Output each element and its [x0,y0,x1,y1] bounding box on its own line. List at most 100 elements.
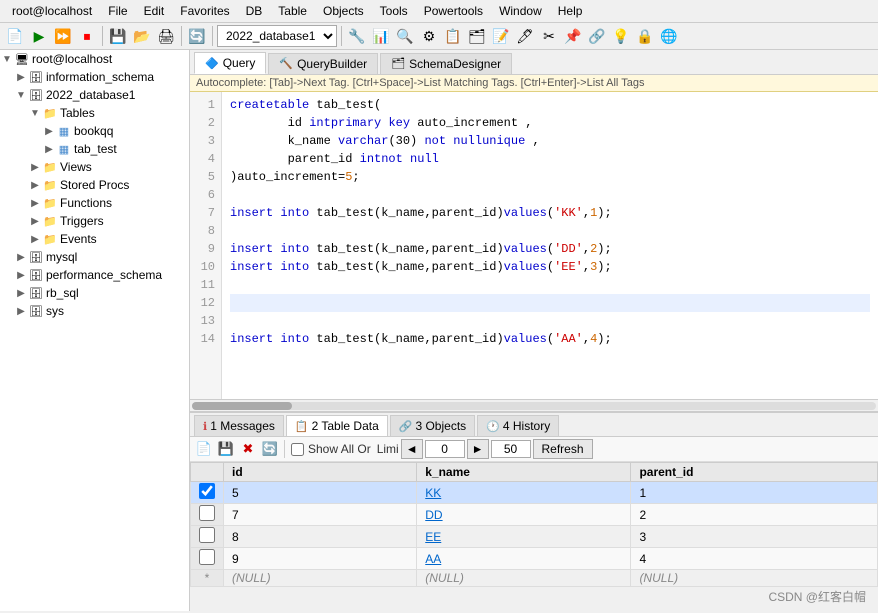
tb-extra-6[interactable]: 🗂 [466,25,488,47]
tab-history[interactable]: 🕐 4 History [477,415,559,436]
table-row[interactable]: 5 KK 1 [191,482,878,504]
sidebar-item-root[interactable]: ▼ 🖥 root@localhost [0,50,189,68]
menu-window[interactable]: Window [491,2,550,20]
print-button[interactable]: 🖨 [155,25,177,47]
nav-next-button[interactable]: ► [467,439,489,459]
tb-extra-7[interactable]: 📝 [490,25,512,47]
refresh-button[interactable]: Refresh [533,439,593,459]
row-checkbox-2[interactable] [191,504,224,526]
db-icon-mysql: 🗄 [28,249,44,265]
tb-extra-8[interactable]: 🖊 [514,25,536,47]
table-new-row[interactable]: * (NULL) (NULL) (NULL) [191,570,878,587]
db-icon-rb-sql: 🗄 [28,285,44,301]
th-k-name[interactable]: k_name [417,463,631,482]
sidebar-item-mysql[interactable]: ▶ 🗄 mysql [0,248,189,266]
tbl-save-button[interactable]: 💾 [216,439,236,459]
open-button[interactable]: 📂 [131,25,153,47]
editor-scrollbar[interactable] [190,399,878,411]
sidebar-label-views: Views [58,160,92,174]
sidebar-item-perf-schema[interactable]: ▶ 🗄 performance_schema [0,266,189,284]
sidebar-item-rb-sql[interactable]: ▶ 🗄 rb_sql [0,284,189,302]
sidebar-label-sys: sys [44,304,64,318]
tab-messages[interactable]: ℹ 1 Messages [194,415,284,436]
code-editor[interactable]: 1 2 3 4 5 6 7 8 9 10 11 12 13 14 create … [190,92,878,399]
toolbar-sep-3 [212,26,213,46]
row-checkbox-1[interactable] [191,482,224,504]
menu-table[interactable]: Table [270,2,315,20]
tb-extra-4[interactable]: ⚙ [418,25,440,47]
sidebar-item-sys[interactable]: ▶ 🗄 sys [0,302,189,320]
database-select[interactable]: 2022_database1 [217,25,337,47]
sidebar-item-bookqq[interactable]: ▶ ▦ bookqq [0,122,189,140]
tb-extra-12[interactable]: 💡 [610,25,632,47]
code-line-2: id int primary key auto_increment , [230,114,870,132]
tb-extra-13[interactable]: 🔒 [634,25,656,47]
tab-table-data[interactable]: 📋 2 Table Data [286,415,388,436]
save-button[interactable]: 💾 [107,25,129,47]
tab-query[interactable]: 🔷 Query [194,52,266,74]
table-row[interactable]: 9 AA 4 [191,548,878,570]
tree-toggle-mysql: ▶ [14,252,28,263]
scrollbar-thumb[interactable] [192,402,292,410]
menu-tools[interactable]: Tools [372,2,416,20]
run-button[interactable]: ▶ [28,25,50,47]
stop-button[interactable]: ⏹ [76,25,98,47]
table-row[interactable]: 7 DD 2 [191,504,878,526]
toolbar-sep-1 [102,26,103,46]
tb-extra-5[interactable]: 📋 [442,25,464,47]
show-all-checkbox[interactable] [291,443,304,456]
main-container: ▼ 🖥 root@localhost ▶ 🗄 information_schem… [0,50,878,611]
menu-db[interactable]: DB [238,2,271,20]
tb-extra-11[interactable]: 🔗 [586,25,608,47]
menu-powertools[interactable]: Powertools [416,2,491,20]
code-line-7: insert into tab_test(k_name,parent_id)va… [230,204,870,222]
sidebar-item-db2022[interactable]: ▼ 🗄 2022_database1 [0,86,189,104]
cell-kname-2: DD [417,504,631,526]
tbl-refresh-button[interactable]: 🔄 [260,439,280,459]
tb-extra-3[interactable]: 🔍 [394,25,416,47]
ln-7: 7 [190,204,221,222]
new-button[interactable]: 📄 [4,25,26,47]
tb-extra-10[interactable]: 📌 [562,25,584,47]
cell-parentid-2: 2 [631,504,878,526]
sidebar-item-stored-procs[interactable]: ▶ 📁 Stored Procs [0,176,189,194]
limit-input[interactable] [491,440,531,458]
menu-file[interactable]: File [100,2,135,20]
tab-qb-label: QueryBuilder [297,57,367,71]
sidebar-label-bookqq: bookqq [72,124,113,138]
offset-input[interactable] [425,440,465,458]
sidebar-item-functions[interactable]: ▶ 📁 Functions [0,194,189,212]
tbl-delete-button[interactable]: ✖ [238,439,258,459]
sidebar-item-tables[interactable]: ▼ 📁 Tables [0,104,189,122]
row-checkbox-3[interactable] [191,526,224,548]
th-id[interactable]: id [224,463,417,482]
tb-extra-1[interactable]: 🔧 [346,25,368,47]
tbl-new-row-button[interactable]: 📄 [194,439,214,459]
ln-13: 13 [190,312,221,330]
nav-prev-button[interactable]: ◄ [401,439,423,459]
menu-root[interactable]: root@localhost [4,2,100,20]
menu-favorites[interactable]: Favorites [172,2,237,20]
sidebar-item-triggers[interactable]: ▶ 📁 Triggers [0,212,189,230]
sidebar-item-tab-test[interactable]: ▶ ▦ tab_test [0,140,189,158]
run-all-button[interactable]: ⏩ [52,25,74,47]
sidebar-item-info-schema[interactable]: ▶ 🗄 information_schema [0,68,189,86]
tb-extra-2[interactable]: 📊 [370,25,392,47]
folder-icon-events: 📁 [42,231,58,247]
th-parent-id[interactable]: parent_id [631,463,878,482]
tab-query-builder[interactable]: 🔨 QueryBuilder [268,53,378,74]
tb-extra-14[interactable]: 🌐 [658,25,680,47]
code-content[interactable]: create table tab_test( id int primary ke… [222,92,878,399]
tb-extra-9[interactable]: ✂ [538,25,560,47]
refresh-toolbar-button[interactable]: 🔄 [186,25,208,47]
sidebar-item-views[interactable]: ▶ 📁 Views [0,158,189,176]
sidebar-item-events[interactable]: ▶ 📁 Events [0,230,189,248]
tab-objects[interactable]: 🔗 3 Objects [390,415,475,436]
tab-schema-designer[interactable]: 🗂 SchemaDesigner [380,53,512,74]
table-row[interactable]: 8 EE 3 [191,526,878,548]
menu-objects[interactable]: Objects [315,2,372,20]
menu-help[interactable]: Help [550,2,591,20]
row-checkbox-4[interactable] [191,548,224,570]
menu-bar: root@localhost File Edit Favorites DB Ta… [0,0,878,23]
menu-edit[interactable]: Edit [136,2,173,20]
